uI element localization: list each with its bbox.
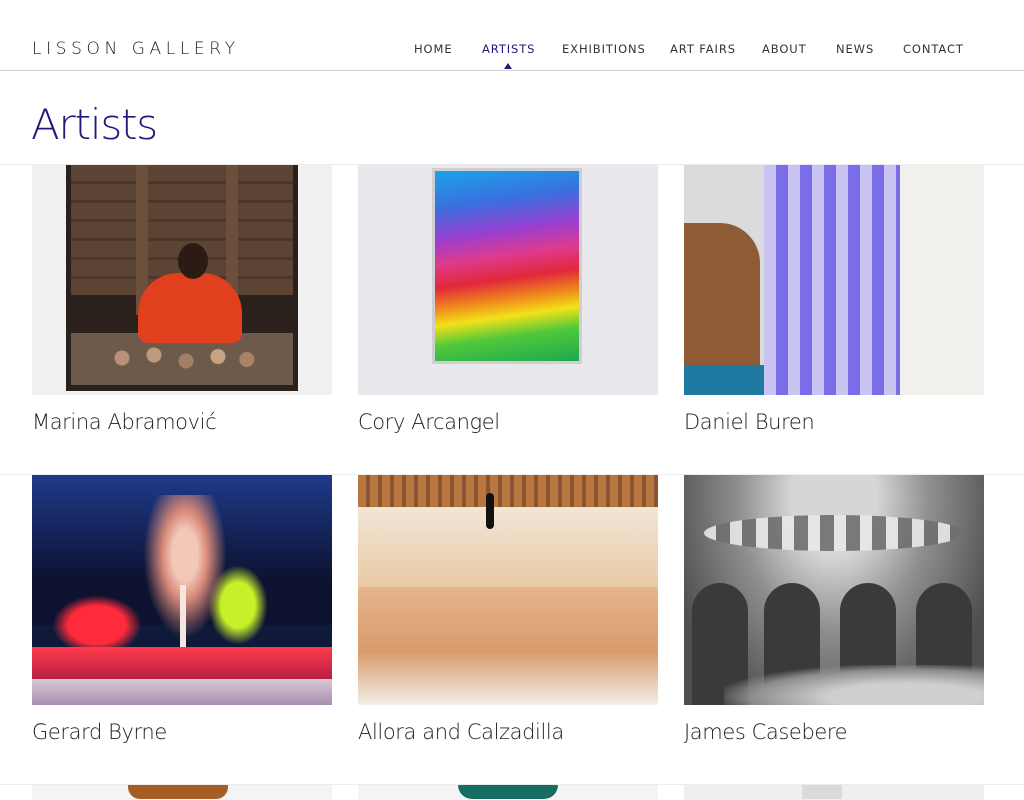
artist-card-partial[interactable] (358, 785, 658, 800)
nav-news[interactable]: NEWS (836, 42, 874, 56)
partial-artwork-image[interactable] (684, 785, 984, 800)
artist-name[interactable]: James Casebere (684, 720, 848, 744)
arcangel-artwork-image[interactable] (358, 165, 658, 395)
nav-exhibitions[interactable]: EXHIBITIONS (562, 42, 646, 56)
nav-home[interactable]: HOME (414, 42, 453, 56)
artist-name[interactable]: Allora and Calzadilla (358, 720, 564, 744)
artist-name[interactable]: Marina Abramović (32, 410, 217, 434)
byrne-artwork-image[interactable] (32, 475, 332, 705)
partial-artwork-image[interactable] (32, 785, 332, 800)
artist-name[interactable]: Gerard Byrne (32, 720, 167, 744)
buren-artwork-image[interactable] (684, 165, 984, 395)
main-nav: HOME ARTISTS EXHIBITIONS ART FAIRS ABOUT… (0, 42, 1024, 62)
nav-about[interactable]: ABOUT (762, 42, 807, 56)
nav-contact[interactable]: CONTACT (903, 42, 964, 56)
artist-card-partial[interactable] (32, 785, 332, 800)
active-nav-indicator-icon (504, 63, 512, 69)
casebere-artwork-image[interactable] (684, 475, 984, 705)
nav-art-fairs[interactable]: ART FAIRS (670, 42, 736, 56)
nav-artists[interactable]: ARTISTS (482, 42, 535, 56)
site-header: LISSON GALLERY HOME ARTISTS EXHIBITIONS … (0, 0, 1024, 71)
partial-artwork-image[interactable] (358, 785, 658, 800)
page-title: Artists (31, 100, 158, 149)
artist-card-partial[interactable] (684, 785, 984, 800)
abramovic-artwork-image[interactable] (32, 165, 332, 395)
artist-name[interactable]: Cory Arcangel (358, 410, 500, 434)
artist-name[interactable]: Daniel Buren (684, 410, 815, 434)
allora-calzadilla-artwork-image[interactable] (358, 475, 658, 705)
